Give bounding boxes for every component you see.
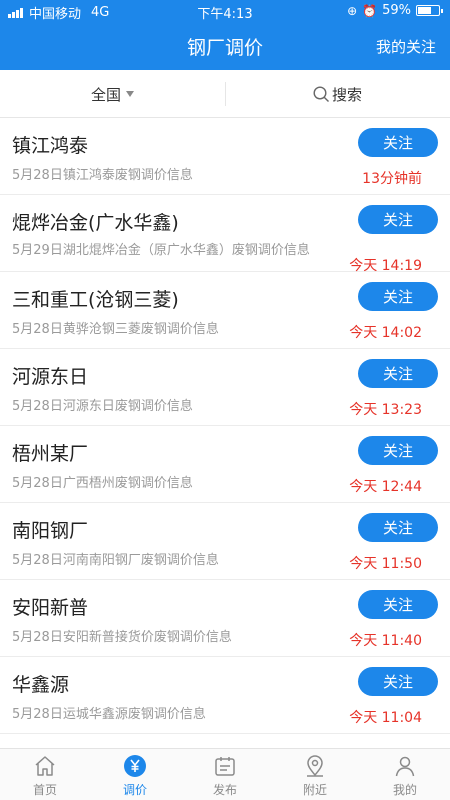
- item-title: 华鑫源: [12, 674, 70, 696]
- tab-price[interactable]: 调价: [90, 749, 180, 800]
- status-bar: 中国移动 4G 下午4:13 ⊕ ⏰ 59%: [0, 0, 450, 22]
- item-title: 梧州某厂: [12, 443, 89, 465]
- item-description: 5月28日运城华鑫源废钢调价信息: [12, 707, 206, 722]
- tab-label: 发布: [212, 783, 237, 797]
- follow-button[interactable]: 关注: [358, 590, 438, 619]
- list-item[interactable]: 南阳钢厂 关注 5月28日河南南阳钢厂废钢调价信息 今天 11:50: [0, 503, 450, 580]
- item-title: 河源东日: [12, 366, 89, 388]
- follow-button[interactable]: 关注: [358, 667, 438, 696]
- tab-label: 调价: [122, 783, 147, 797]
- location-icon: [307, 755, 323, 777]
- item-time: 今天 11:50: [349, 556, 422, 572]
- follow-button[interactable]: 关注: [358, 205, 438, 234]
- tab-nearby[interactable]: 附近: [270, 749, 360, 800]
- follow-button[interactable]: 关注: [358, 436, 438, 465]
- item-description: 5月29日湖北焜烨冶金（原广水华鑫）废钢调价信息: [12, 243, 310, 258]
- list-item[interactable]: 华鑫源 关注 5月28日运城华鑫源废钢调价信息 今天 11:04: [0, 657, 450, 734]
- search-label: 搜索: [331, 85, 362, 104]
- item-time: 13分钟前: [362, 171, 422, 187]
- item-description: 5月28日黄骅沧钢三菱废钢调价信息: [12, 322, 219, 337]
- home-icon: [35, 756, 55, 776]
- user-icon: [395, 756, 415, 777]
- region-label: 全国: [90, 85, 121, 104]
- follow-button[interactable]: 关注: [358, 359, 438, 388]
- region-selector[interactable]: 全国: [0, 70, 225, 118]
- caret-down-icon: [126, 91, 134, 97]
- list-item[interactable]: 梧州某厂 关注 5月28日广西梧州废钢调价信息 今天 12:44: [0, 426, 450, 503]
- item-description: 5月28日镇江鸿泰废钢调价信息: [12, 168, 193, 183]
- alarm-icon: ⏰: [362, 3, 378, 18]
- tab-home[interactable]: 首页: [0, 749, 90, 800]
- search-icon: [313, 85, 329, 102]
- search-button[interactable]: 搜索: [225, 70, 450, 118]
- tab-label: 我的: [392, 783, 417, 797]
- list-item[interactable]: 焜烨冶金(广水华鑫) 关注 5月29日湖北焜烨冶金（原广水华鑫）废钢调价信息 今…: [0, 195, 450, 274]
- follow-button[interactable]: 关注: [358, 513, 438, 542]
- app-header: 中国移动 4G 下午4:13 ⊕ ⏰ 59% 钢厂调价 我的关注: [0, 0, 450, 70]
- item-time: 今天 14:02: [349, 325, 422, 341]
- item-time: 今天 12:44: [349, 479, 422, 495]
- item-time: 今天 11:40: [349, 633, 422, 649]
- item-time: 今天 13:23: [349, 402, 422, 418]
- my-follow-button[interactable]: 我的关注: [376, 36, 436, 57]
- bottom-tab-bar: 首页 调价 发布 附近 我的: [0, 748, 450, 800]
- item-title: 三和重工(沧钢三菱): [12, 289, 179, 311]
- item-title: 焜烨冶金(广水华鑫): [12, 212, 179, 234]
- battery-icon: [416, 5, 443, 16]
- tab-label: 附近: [302, 783, 327, 797]
- list-item[interactable]: 三和重工(沧钢三菱) 关注 5月28日黄骅沧钢三菱废钢调价信息 今天 14:02: [0, 272, 450, 349]
- publish-icon: [215, 757, 235, 776]
- follow-button[interactable]: 关注: [358, 282, 438, 311]
- list-item[interactable]: 镇江鸿泰 关注 5月28日镇江鸿泰废钢调价信息 13分钟前: [0, 118, 450, 195]
- item-title: 南阳钢厂: [12, 520, 89, 542]
- item-description: 5月28日河南南阳钢厂废钢调价信息: [12, 553, 219, 568]
- item-title: 安阳新普: [12, 597, 89, 619]
- mill-price-list: 镇江鸿泰 关注 5月28日镇江鸿泰废钢调价信息 13分钟前 焜烨冶金(广水华鑫)…: [0, 118, 450, 748]
- list-item[interactable]: 河源东日 关注 5月28日河源东日废钢调价信息 今天 13:23: [0, 349, 450, 426]
- item-description: 5月28日安阳新普接货价废钢调价信息: [12, 630, 232, 645]
- battery-percent: 59%: [382, 3, 411, 18]
- tab-publish[interactable]: 发布: [180, 749, 270, 800]
- orientation-lock-icon: ⊕: [347, 3, 358, 18]
- follow-button[interactable]: 关注: [358, 128, 438, 157]
- yuan-icon: [124, 755, 146, 777]
- tab-label: 首页: [32, 783, 57, 797]
- item-description: 5月28日河源东日废钢调价信息: [12, 399, 193, 414]
- tab-mine[interactable]: 我的: [360, 749, 450, 800]
- item-time: 今天 11:04: [349, 710, 422, 726]
- item-description: 5月28日广西梧州废钢调价信息: [12, 476, 193, 491]
- filter-bar: 全国 搜索: [0, 70, 450, 118]
- list-item[interactable]: 安阳新普 关注 5月28日安阳新普接货价废钢调价信息 今天 11:40: [0, 580, 450, 657]
- item-title: 镇江鸿泰: [12, 135, 89, 157]
